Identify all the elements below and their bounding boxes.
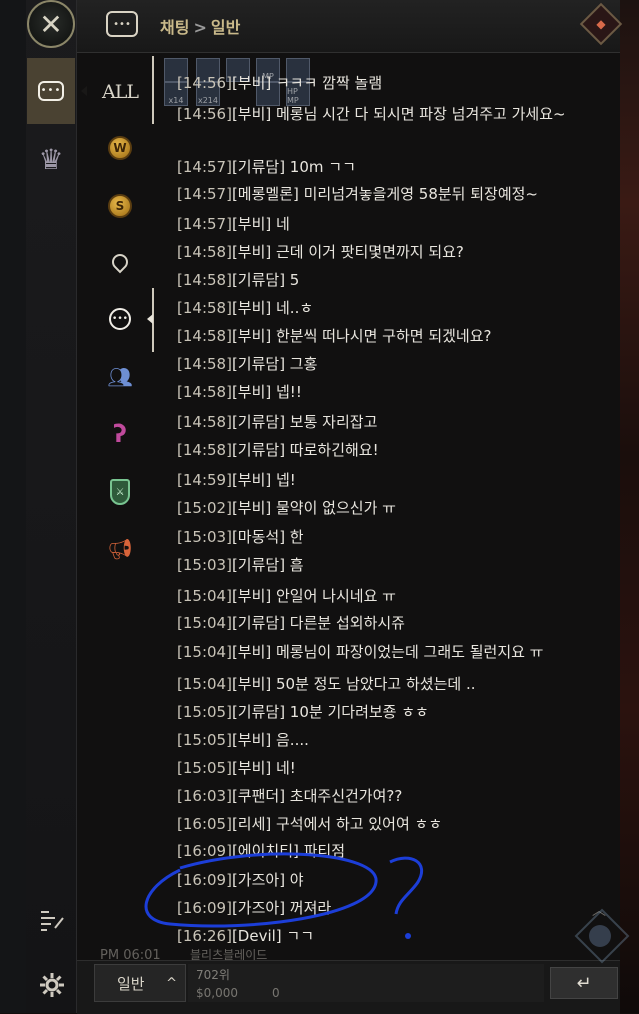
breadcrumb-current: 일반 bbox=[210, 18, 241, 37]
channel-general[interactable]: ••• bbox=[104, 303, 136, 335]
chat-message: [14:58][부비] 네..ㅎ bbox=[177, 299, 314, 317]
chat-message: [14:58][부비] 넵!! bbox=[177, 383, 302, 401]
whisper-ear-icon: ʔ bbox=[113, 420, 127, 448]
chat-message: [14:57][기류담] 10m ㄱㄱ bbox=[177, 158, 356, 176]
chat-message: [15:03][기류담] 흠 bbox=[177, 556, 304, 574]
channel-server[interactable]: S bbox=[104, 190, 136, 222]
outer-frame bbox=[0, 0, 26, 1013]
breadcrumb-separator: > bbox=[193, 18, 207, 37]
server-channel-icon: S bbox=[108, 194, 132, 218]
chat-message: [15:05][기류담] 10분 기다려보죵 ㅎㅎ bbox=[177, 703, 429, 721]
breadcrumb-root[interactable]: 채팅 bbox=[160, 18, 189, 37]
expand-chevron-icon[interactable]: ︿ bbox=[592, 900, 606, 920]
chat-message: [16:09][가즈아] 꺼져라 bbox=[177, 899, 332, 917]
channel-all-label: ALL bbox=[102, 81, 139, 103]
chat-message: [15:04][부비] 50분 정도 남았다고 하셨는데 .. bbox=[177, 675, 476, 693]
chat-message: [15:04][부비] 안일어 나시네요 ㅠ bbox=[177, 587, 396, 605]
chat-message: [14:56][부비] 메롱님 시간 다 되시면 파장 넘겨주고 가세요~ bbox=[177, 105, 566, 123]
chat-message: [14:58][기류담] 따로하긴해요! bbox=[177, 441, 379, 459]
breadcrumb: 채팅 > 일반 bbox=[160, 14, 240, 38]
general-chat-icon: ••• bbox=[109, 308, 131, 330]
megaphone-icon: 📢︎ bbox=[107, 537, 133, 561]
channel-all[interactable]: ALL bbox=[102, 76, 139, 108]
chat-message: [15:04][기류담] 다른분 섭외하시쥬 bbox=[177, 614, 405, 632]
chat-message: [15:05][부비] 네! bbox=[177, 759, 296, 777]
chat-input[interactable] bbox=[188, 964, 544, 1002]
chat-message: [16:09][에이치티] 파티점 bbox=[177, 842, 346, 860]
channel-world[interactable]: W bbox=[104, 132, 136, 164]
chat-message: [14:57][메롱멜론] 미리넘겨놓을게영 58분뒤 퇴장예정~ bbox=[177, 185, 539, 203]
party-icon: 👥︎ bbox=[107, 365, 133, 389]
channel-divider bbox=[152, 56, 154, 124]
chat-bubble-icon: ••• bbox=[38, 81, 64, 101]
rail-tab-chat[interactable]: ••• bbox=[27, 58, 75, 124]
channel-select[interactable]: 일반 ^ bbox=[94, 964, 186, 1002]
close-icon: ✕ bbox=[39, 7, 63, 41]
macro-icon[interactable] bbox=[37, 906, 67, 936]
chat-message: [16:03][쿠팬더] 초대주신건가여?? bbox=[177, 787, 403, 805]
chat-message: [14:58][부비] 한분씩 떠나시면 구하면 되겠네요? bbox=[177, 327, 492, 345]
chat-message: [14:58][부비] 근데 이거 팟티몇면까지 되요? bbox=[177, 243, 464, 261]
rail-tab-guild[interactable]: ♛ bbox=[27, 126, 75, 192]
channel-whisper[interactable]: ʔ bbox=[104, 418, 136, 450]
chat-message: [14:56][부비] ㅋㅋㅋ 깜짝 놀램 bbox=[177, 74, 383, 92]
channel-shout[interactable]: 📢︎ bbox=[104, 533, 136, 565]
chat-header bbox=[77, 0, 620, 53]
chat-message: [14:57][부비] 네 bbox=[177, 215, 290, 233]
channel-party[interactable]: 👥︎ bbox=[104, 361, 136, 393]
rank-display: 702위 bbox=[196, 968, 230, 982]
channel-guild[interactable]: ⚔ bbox=[104, 476, 136, 508]
chat-message: [15:03][마동석] 한 bbox=[177, 528, 304, 546]
chat-message: [14:58][기류담] 5 bbox=[177, 271, 300, 289]
guild-shield-icon: ⚔ bbox=[110, 479, 130, 505]
game-scene-background bbox=[620, 0, 639, 1013]
chat-message: [16:09][가즈아] 야 bbox=[177, 871, 304, 889]
channel-select-value: 일반 bbox=[117, 974, 145, 993]
chevron-up-icon: ^ bbox=[166, 975, 177, 991]
chat-message: [14:58][기류담] 그홍 bbox=[177, 355, 318, 373]
gold-display: $0,000 bbox=[196, 986, 238, 1000]
world-channel-icon: W bbox=[108, 136, 132, 160]
send-button[interactable]: ↵ bbox=[550, 967, 618, 999]
guild-crest-icon: ♛ bbox=[38, 142, 64, 176]
chat-message: [14:59][부비] 넵! bbox=[177, 471, 296, 489]
chat-message: [16:05][리세] 구석에서 하고 있어여 ㅎㅎ bbox=[177, 815, 443, 833]
chat-message: [15:04][부비] 메롱님이 파장이었는데 그래도 될런지요 ㅠ bbox=[177, 643, 544, 661]
channel-region[interactable] bbox=[104, 246, 136, 278]
chat-message: [15:05][부비] 음.... bbox=[177, 731, 309, 749]
settings-gear-icon[interactable] bbox=[37, 970, 67, 1000]
location-pin-icon bbox=[108, 250, 132, 274]
active-channel-indicator-icon bbox=[147, 314, 153, 324]
chat-message: [15:02][부비] 물약이 없으신가 ㅠ bbox=[177, 499, 396, 517]
currency-display: 0 bbox=[272, 986, 280, 1000]
enter-icon: ↵ bbox=[576, 972, 592, 994]
chat-message: [14:58][기류담] 보통 자리잡고 bbox=[177, 413, 378, 431]
chat-header-icon: ••• bbox=[106, 11, 138, 37]
close-button[interactable]: ✕ bbox=[27, 0, 75, 48]
